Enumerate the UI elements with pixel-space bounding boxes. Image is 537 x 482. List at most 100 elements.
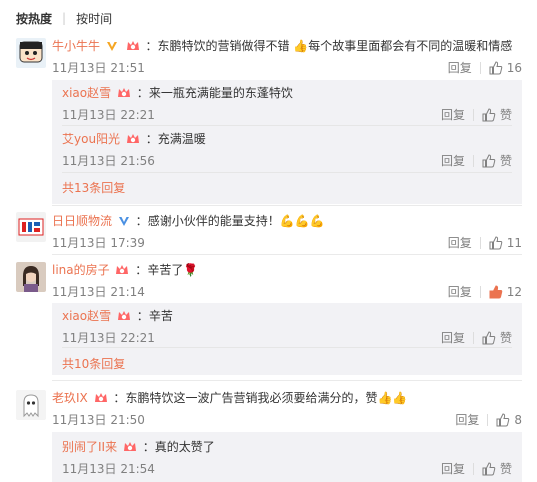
reply-time: 11月13日 21:56 bbox=[62, 154, 155, 168]
reply-text: 充满温暖 bbox=[157, 132, 206, 146]
reply-text: 辛苦 bbox=[148, 309, 173, 323]
sort-bar: 按热度 | 按时间 bbox=[16, 8, 112, 28]
reply-divider bbox=[62, 347, 512, 348]
like-count: 8 bbox=[514, 412, 522, 427]
fan-crown-icon bbox=[126, 134, 139, 143]
reply-button[interactable]: 回复 bbox=[455, 411, 479, 428]
like-label: 赞 bbox=[499, 108, 512, 122]
reply-item: xiao赵雪 ：辛苦 11月13日 22:21 回复 赞 bbox=[62, 309, 512, 346]
reply-username[interactable]: xiao赵雪 bbox=[62, 309, 111, 323]
comment-item: 日日顺物流 ：感谢小伙伴的能量支持！💪💪💪 11月13日 17:39 回复 11 bbox=[52, 214, 522, 251]
reply-username[interactable]: 别闹了II来 bbox=[62, 440, 117, 454]
like-button[interactable]: 赞 bbox=[482, 329, 512, 346]
fan-crown-icon bbox=[123, 442, 136, 451]
comment-text: 感谢小伙伴的能量支持！💪💪💪 bbox=[147, 214, 325, 228]
reply-box: xiao赵雪 ：辛苦 11月13日 22:21 回复 赞 共10条回复 bbox=[52, 303, 522, 375]
like-label: 赞 bbox=[499, 462, 512, 476]
comment-username[interactable]: lina的房子 bbox=[52, 263, 110, 277]
like-count: 12 bbox=[506, 284, 522, 299]
verified-blue-v-icon bbox=[118, 217, 129, 226]
reply-time: 11月13日 22:21 bbox=[62, 108, 155, 122]
thumbs-up-icon bbox=[489, 60, 502, 74]
like-count: 16 bbox=[506, 60, 522, 75]
ops-divider bbox=[472, 331, 474, 344]
like-label: 赞 bbox=[499, 331, 512, 345]
ops-divider bbox=[487, 413, 489, 426]
like-button[interactable]: 赞 bbox=[482, 106, 512, 123]
verified-gold-v-icon bbox=[106, 42, 117, 51]
reply-username[interactable]: xiao赵雪 bbox=[62, 86, 111, 100]
ops-divider bbox=[479, 61, 481, 74]
comment-username[interactable]: 老玖IX bbox=[52, 391, 88, 405]
thumbs-up-icon bbox=[482, 153, 496, 167]
fan-crown-icon bbox=[117, 88, 130, 97]
avatar-ghost-icon bbox=[16, 390, 46, 420]
avatar[interactable] bbox=[16, 390, 46, 420]
reply-box: 别闹了II来 ：真的太赞了 11月13日 21:54 回复 赞 bbox=[52, 432, 522, 482]
comment-ops: 回复 16 bbox=[448, 59, 522, 76]
reply-divider bbox=[62, 172, 512, 173]
reply-item: 别闹了II来 ：真的太赞了 11月13日 21:54 回复 赞 bbox=[62, 440, 512, 477]
reply-button[interactable]: 回复 bbox=[441, 106, 465, 123]
comment-item: 老玖IX ：东鹏特饮这一波广告营销我必须要给满分的，赞👍👍 11月13日 21:… bbox=[52, 391, 522, 428]
comment-divider bbox=[52, 380, 522, 381]
reply-button[interactable]: 回复 bbox=[448, 59, 472, 76]
avatar-photo-icon bbox=[16, 262, 46, 292]
fan-crown-icon bbox=[94, 393, 107, 402]
sort-divider: | bbox=[62, 11, 67, 25]
like-button[interactable]: 12 bbox=[489, 285, 522, 299]
reply-button[interactable]: 回复 bbox=[441, 152, 465, 169]
like-button[interactable]: 赞 bbox=[482, 152, 512, 169]
ops-divider bbox=[479, 236, 481, 249]
comment-item: lina的房子 ：辛苦了🌹 11月13日 21:14 回复 12 bbox=[52, 263, 522, 300]
ops-divider bbox=[472, 154, 474, 167]
reply-time: 11月13日 21:54 bbox=[62, 462, 155, 476]
reply-divider bbox=[62, 125, 512, 126]
reply-box: xiao赵雪 ：来一瓶充满能量的东蓬特饮 11月13日 22:21 回复 赞 艾… bbox=[52, 80, 522, 204]
sort-by-hot[interactable]: 按热度 bbox=[16, 10, 52, 27]
ops-divider bbox=[479, 285, 481, 298]
comment-username[interactable]: 牛小牛牛 bbox=[52, 39, 100, 53]
thumbs-up-icon bbox=[482, 107, 496, 121]
thumbs-up-icon bbox=[489, 235, 502, 249]
fan-crown-icon bbox=[126, 41, 139, 50]
like-count: 11 bbox=[506, 235, 522, 250]
reply-button[interactable]: 回复 bbox=[448, 234, 472, 251]
ops-divider bbox=[472, 462, 474, 475]
reply-username[interactable]: 艾you阳光 bbox=[62, 132, 120, 146]
avatar[interactable] bbox=[16, 262, 46, 292]
reply-item: xiao赵雪 ：来一瓶充满能量的东蓬特饮 11月13日 22:21 回复 赞 bbox=[62, 86, 512, 123]
avatar-cartoon-icon bbox=[16, 38, 46, 68]
like-button[interactable]: 8 bbox=[496, 413, 522, 427]
reply-time: 11月13日 22:21 bbox=[62, 331, 155, 345]
ops-divider bbox=[472, 108, 474, 121]
comment-time: 11月13日 17:39 bbox=[52, 236, 145, 250]
more-replies-link[interactable]: 共10条回复 bbox=[62, 355, 125, 372]
comment-text: 东鹏特饮的营销做得不错 👍每个故事里面都会有不同的温暖和情感 bbox=[157, 39, 513, 53]
comment-time: 11月13日 21:51 bbox=[52, 61, 145, 75]
like-button[interactable]: 16 bbox=[489, 61, 522, 75]
reply-text: 来一瓶充满能量的东蓬特饮 bbox=[148, 86, 293, 100]
like-button[interactable]: 11 bbox=[489, 236, 522, 250]
reply-button[interactable]: 回复 bbox=[441, 329, 465, 346]
avatar[interactable] bbox=[16, 38, 46, 68]
thumbs-up-liked-icon bbox=[489, 284, 502, 298]
reply-text: 真的太赞了 bbox=[154, 440, 215, 454]
reply-item: 艾you阳光 ：充满温暖 11月13日 21:56 回复 赞 bbox=[62, 132, 512, 169]
like-button[interactable]: 赞 bbox=[482, 460, 512, 477]
sort-by-time[interactable]: 按时间 bbox=[76, 10, 112, 27]
avatar[interactable] bbox=[16, 212, 46, 242]
reply-button[interactable]: 回复 bbox=[448, 283, 472, 300]
comment-divider bbox=[52, 254, 522, 255]
fan-crown-icon bbox=[116, 265, 129, 274]
thumbs-up-icon bbox=[496, 412, 510, 426]
comment-text: 东鹏特饮这一波广告营销我必须要给满分的，赞👍👍 bbox=[125, 391, 408, 405]
avatar-brand-logo-icon bbox=[16, 212, 46, 242]
comment-time: 11月13日 21:50 bbox=[52, 413, 145, 427]
more-replies-link[interactable]: 共13条回复 bbox=[62, 179, 125, 196]
comment-username[interactable]: 日日顺物流 bbox=[52, 214, 112, 228]
reply-button[interactable]: 回复 bbox=[441, 460, 465, 477]
comment-divider bbox=[52, 205, 522, 206]
comment-text: 辛苦了🌹 bbox=[147, 263, 199, 277]
thumbs-up-icon bbox=[482, 330, 496, 344]
